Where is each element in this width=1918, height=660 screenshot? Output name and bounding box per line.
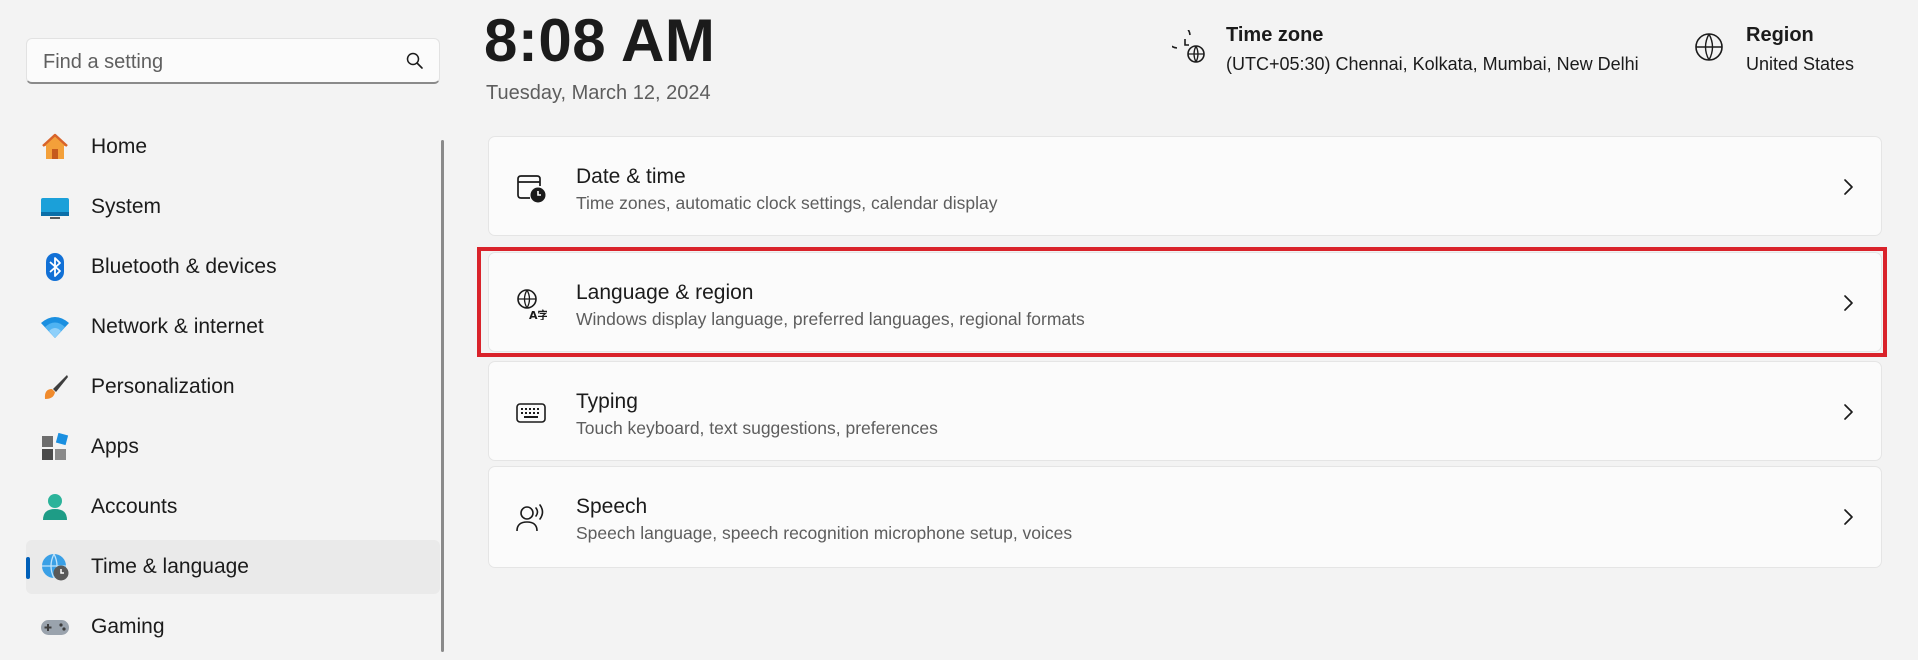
- language-icon: A字: [515, 288, 549, 322]
- sidebar-item-label: Personalization: [91, 375, 235, 398]
- calendar-clock-icon: [515, 172, 547, 204]
- search-box[interactable]: [26, 38, 440, 85]
- card-speech[interactable]: Speech Speech language, speech recogniti…: [488, 466, 1882, 568]
- chevron-right-icon: [1841, 507, 1855, 527]
- keyboard-icon: [515, 397, 547, 429]
- system-icon: [40, 192, 70, 222]
- chevron-right-icon: [1841, 293, 1855, 313]
- speech-icon: [515, 502, 547, 534]
- search-input[interactable]: [41, 39, 385, 85]
- region-info: Region United States: [1692, 22, 1892, 82]
- account-icon: [40, 492, 70, 522]
- sidebar-item-system[interactable]: System: [26, 180, 440, 234]
- timezone-title: Time zone: [1226, 24, 1324, 46]
- card-subtitle: Windows display language, preferred lang…: [576, 309, 1085, 329]
- card-subtitle: Time zones, automatic clock settings, ca…: [576, 193, 998, 213]
- card-title: Date & time: [576, 165, 686, 188]
- sidebar-item-time-language[interactable]: Time & language: [26, 540, 440, 594]
- active-indicator: [26, 557, 30, 579]
- sidebar-item-label: Apps: [91, 435, 139, 458]
- sidebar-item-label: Bluetooth & devices: [91, 255, 277, 278]
- sidebar-item-label: System: [91, 195, 162, 218]
- card-title: Typing: [576, 390, 638, 413]
- card-typing[interactable]: Typing Touch keyboard, text suggestions,…: [488, 361, 1882, 461]
- region-value: United States: [1746, 54, 1855, 74]
- gamepad-icon: [40, 612, 70, 642]
- timezone-info: Time zone (UTC+05:30) Chennai, Kolkata, …: [1165, 22, 1652, 82]
- current-date: Tuesday, March 12, 2024: [486, 82, 711, 104]
- sidebar-item-label: Gaming: [91, 615, 165, 638]
- timezone-icon: [1165, 23, 1206, 64]
- card-subtitle: Touch keyboard, text suggestions, prefer…: [576, 418, 938, 438]
- chevron-right-icon: [1841, 177, 1855, 197]
- search-icon[interactable]: [405, 51, 425, 71]
- sidebar-item-gaming[interactable]: Gaming: [26, 600, 440, 654]
- card-subtitle: Speech language, speech recognition micr…: [576, 523, 1073, 543]
- card-title: Speech: [576, 495, 648, 518]
- home-icon: [40, 132, 70, 162]
- globe-clock-icon: [40, 552, 70, 582]
- sidebar-item-bluetooth[interactable]: Bluetooth & devices: [26, 240, 440, 294]
- card-language-region[interactable]: A字 Language & region Windows display lan…: [488, 252, 1882, 352]
- card-date-time[interactable]: Date & time Time zones, automatic clock …: [488, 136, 1882, 236]
- current-time: 8:08 AM: [484, 7, 716, 74]
- apps-icon: [40, 432, 70, 462]
- sidebar-item-accounts[interactable]: Accounts: [26, 480, 440, 534]
- brush-icon: [40, 372, 70, 402]
- timezone-value: (UTC+05:30) Chennai, Kolkata, Mumbai, Ne…: [1226, 54, 1639, 74]
- sidebar-item-apps[interactable]: Apps: [26, 420, 440, 474]
- sidebar-item-home[interactable]: Home: [26, 120, 440, 174]
- sidebar-nav: Home System Bluetooth & devices Network …: [26, 120, 440, 660]
- sidebar-scrollbar[interactable]: [441, 140, 444, 652]
- card-title: Language & region: [576, 281, 754, 304]
- svg-text:A字: A字: [529, 308, 547, 320]
- globe-icon: [1692, 30, 1726, 64]
- sidebar-item-personalization[interactable]: Personalization: [26, 360, 440, 414]
- region-title: Region: [1746, 24, 1814, 46]
- sidebar-item-label: Accounts: [91, 495, 178, 518]
- sidebar-item-label: Network & internet: [91, 315, 264, 338]
- sidebar-item-network[interactable]: Network & internet: [26, 300, 440, 354]
- chevron-right-icon: [1841, 402, 1855, 422]
- bluetooth-icon: [40, 252, 70, 282]
- sidebar-item-label: Home: [91, 135, 148, 158]
- wifi-icon: [40, 312, 70, 342]
- sidebar-item-label: Time & language: [91, 555, 249, 578]
